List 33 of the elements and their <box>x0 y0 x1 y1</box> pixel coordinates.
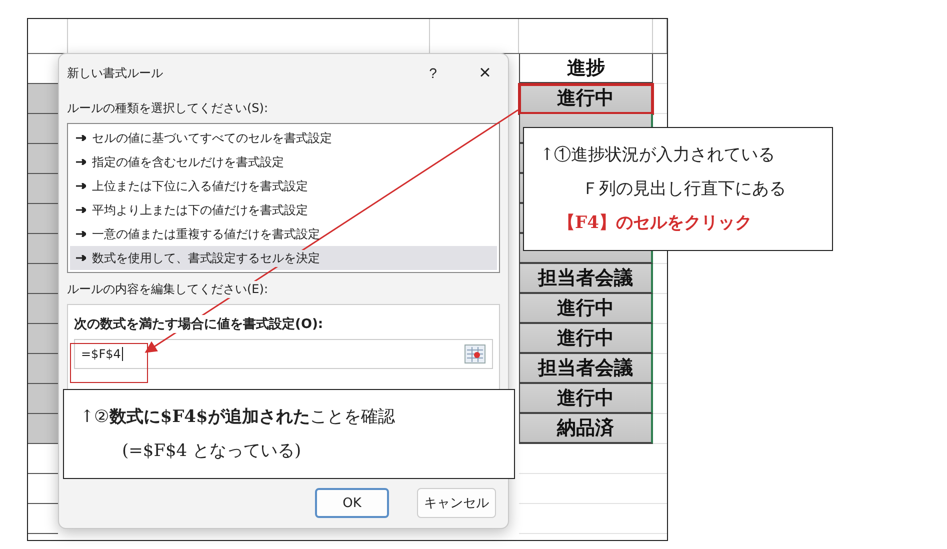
section-label: ルールの内容を編集してください(E): <box>67 281 270 298</box>
rule-type-item[interactable]: 一意の値または重複する値だけを書式設定 <box>70 222 497 246</box>
table-cell: 進行中 <box>519 384 653 414</box>
column-header: 進捗 <box>519 54 653 84</box>
dialog-button[interactable]: OK <box>315 488 389 518</box>
table-cell: 納品済 <box>519 414 653 444</box>
bullet-arrow-icon <box>76 159 86 165</box>
rule-type-item[interactable]: セルの値に基づいてすべてのセルを書式設定 <box>70 126 497 150</box>
bullet-arrow-icon <box>76 135 86 141</box>
help-button[interactable]: ? <box>418 65 448 81</box>
bullet-arrow-icon <box>76 183 86 189</box>
table-cell: 進行中 <box>519 84 653 114</box>
callout-text: (=$F$4 となっている) <box>121 440 302 463</box>
rule-type-item[interactable]: 指定の値を含むセルだけを書式設定 <box>70 150 497 174</box>
table-cell: 担当者会議 <box>519 264 653 294</box>
bullet-arrow-icon <box>76 255 86 261</box>
callout-text: ↑②数式に$F4$が追加されたことを確認 <box>80 406 396 429</box>
rule-type-item[interactable]: 数式を使用して、書式設定するセルを決定 <box>70 246 497 270</box>
rule-type-item[interactable]: 上位または下位に入る値だけを書式設定 <box>70 174 497 198</box>
window-title: 新しい書式ルール <box>67 64 164 82</box>
callout-text: 【F4】のセルをクリック <box>557 212 753 235</box>
bullet-arrow-icon <box>76 207 86 213</box>
table-cell: 担当者会議 <box>519 354 653 384</box>
rule-type-item[interactable]: 平均より上または下の値だけを書式設定 <box>70 198 497 222</box>
callout-text: Ｆ列の見出し行直下にある <box>581 178 787 201</box>
range-picker-icon[interactable] <box>464 344 486 364</box>
formula-field[interactable]: =$F$4 <box>74 339 493 369</box>
table-cell: 進行中 <box>519 324 653 354</box>
dialog-button[interactable]: キャンセル <box>417 488 496 518</box>
close-button[interactable]: × <box>470 62 500 84</box>
bullet-arrow-icon <box>76 231 86 237</box>
table-cell: 進行中 <box>519 294 653 324</box>
callout-text: ↑①進捗状況が入力されている <box>540 144 776 167</box>
